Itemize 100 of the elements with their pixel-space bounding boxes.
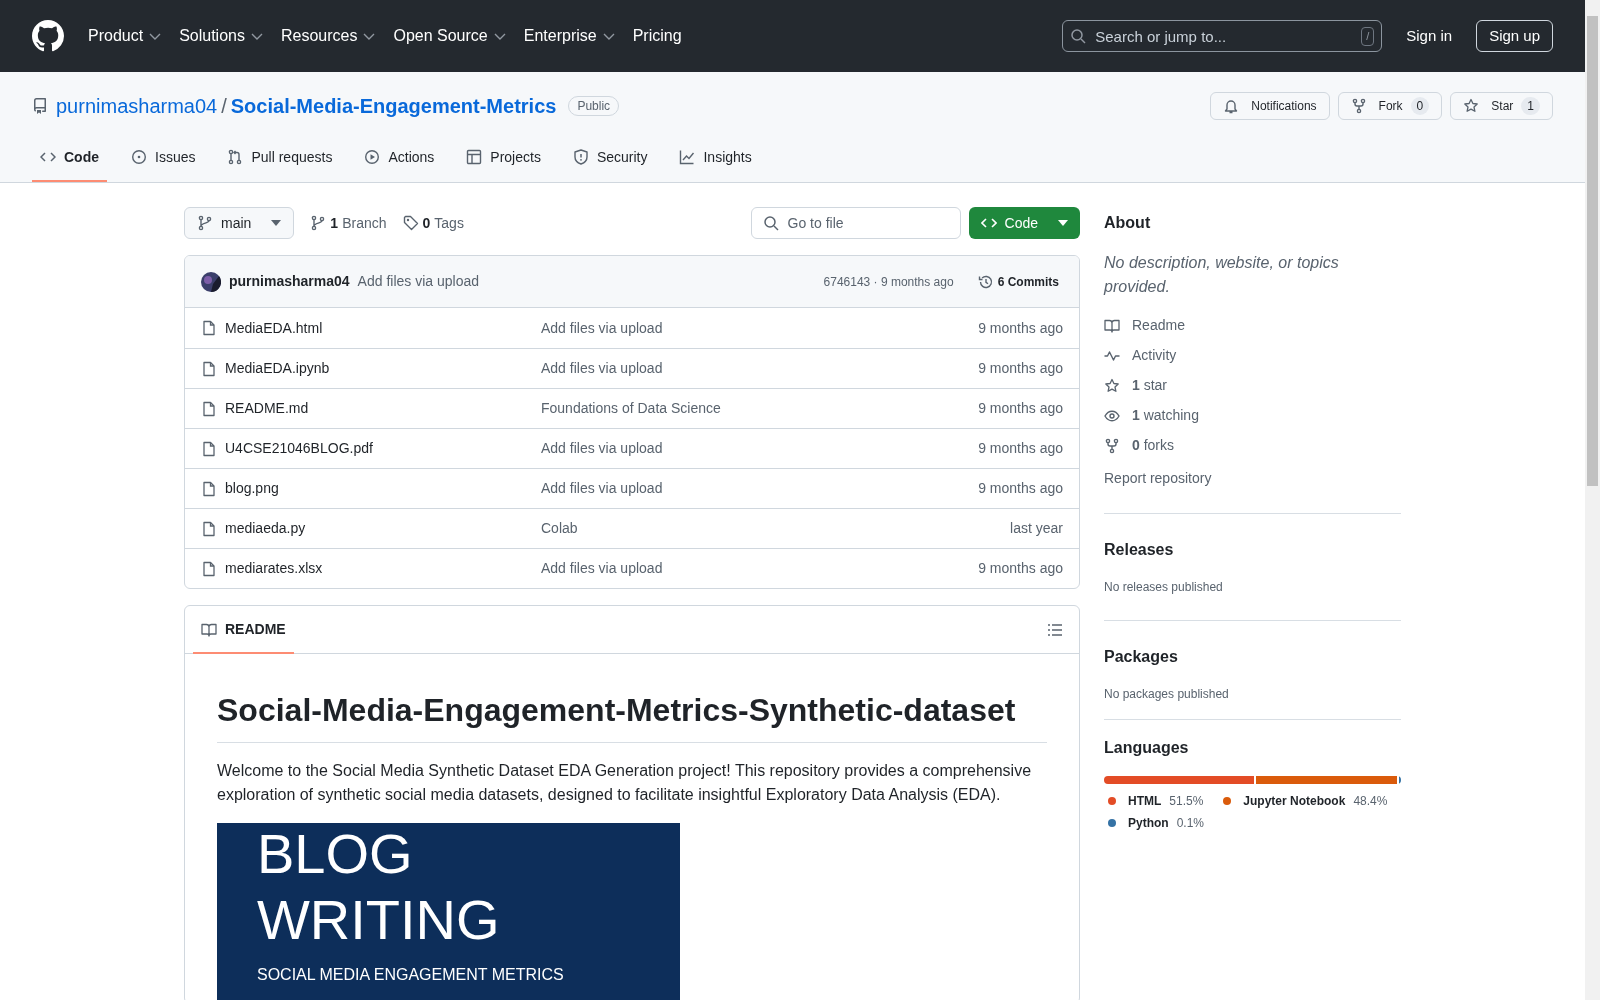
- go-to-file-field[interactable]: Go to file: [750, 207, 961, 239]
- graph-icon: [679, 149, 696, 165]
- star-button[interactable]: Star 1: [1450, 92, 1553, 120]
- commit-message-link[interactable]: Add files via upload: [541, 438, 663, 459]
- file-icon: [201, 360, 217, 377]
- readme-tab[interactable]: README: [193, 606, 294, 653]
- commit-message-link[interactable]: Add files via upload: [541, 558, 663, 579]
- branch-icon: [197, 215, 213, 231]
- section-heading: Packages: [1104, 647, 1179, 667]
- empty-state-text: No packages published: [1104, 686, 1230, 703]
- search-icon: [762, 215, 779, 231]
- nav-menu-item[interactable]: Pricing: [632, 24, 682, 48]
- commit-message-link[interactable]: Colab: [541, 518, 578, 539]
- commits-link[interactable]: 6 Commits: [973, 272, 1063, 291]
- repository-owner-link[interactable]: purnimasharma04: [56, 91, 218, 121]
- language-percent: 0.1%: [1176, 815, 1205, 832]
- counter: 0: [1410, 97, 1430, 115]
- repository-tab[interactable]: Security: [564, 132, 656, 182]
- repository-name-link[interactable]: Social-Media-Engagement-Metrics: [230, 91, 557, 121]
- commit-message-link[interactable]: Add files via upload: [541, 317, 663, 339]
- path-separator: /: [221, 94, 227, 119]
- file-icon: [201, 400, 217, 417]
- repository-tab[interactable]: Insights: [671, 132, 760, 182]
- tags-link[interactable]: 0 Tags: [402, 212, 464, 234]
- notifications-button[interactable]: Notifications: [1210, 92, 1330, 120]
- file-name-link[interactable]: README.md: [225, 398, 541, 419]
- language-name: Jupyter Notebook: [1243, 793, 1346, 810]
- caret-icon: [1058, 220, 1068, 226]
- banner-text: WRITING: [257, 889, 501, 951]
- counter: 1: [1521, 97, 1540, 115]
- repository-tab[interactable]: Actions: [356, 132, 443, 182]
- commit-hash-and-time[interactable]: 6746143 · 9 months ago: [823, 272, 954, 291]
- repository-icon: [32, 98, 48, 114]
- readme-paragraph: Welcome to the Social Media Synthetic Dataset EDA Generation project! This repository provides a comprehensive exploration of synthetic social media datasets, designed to facilitate insightful Exploratory Data Analysis (EDA).: [217, 761, 1033, 805]
- nav-menu-item[interactable]: Solutions: [179, 24, 265, 48]
- tag-icon: [402, 215, 419, 231]
- repository-description: No description, website, or topics provided.: [1104, 253, 1340, 297]
- sidebar-link[interactable]: Activity: [1104, 345, 1401, 366]
- table-icon: [466, 149, 483, 165]
- octocat-logo[interactable]: [32, 20, 64, 52]
- sidebar-link[interactable]: 1 watching: [1104, 405, 1401, 426]
- commit-time: 9 months ago: [978, 559, 1063, 578]
- section-heading: Releases: [1104, 540, 1175, 560]
- repository-tab[interactable]: Projects: [458, 132, 549, 182]
- shield-icon: [572, 149, 589, 165]
- sidebar-link[interactable]: 0 forks: [1104, 435, 1401, 456]
- play-icon: [364, 149, 381, 165]
- file-icon: [201, 440, 217, 457]
- sign-up-button[interactable]: Sign up: [1476, 20, 1553, 52]
- file-icon: [201, 320, 217, 336]
- language-percent: 48.4%: [1353, 793, 1388, 810]
- section-heading: Languages: [1104, 738, 1190, 758]
- scrollbar[interactable]: [1585, 0, 1600, 1000]
- commit-message-link[interactable]: Add files via upload: [541, 358, 663, 379]
- commit-author[interactable]: purnimasharma04: [229, 271, 350, 292]
- repository-tab[interactable]: Code: [32, 132, 107, 182]
- file-name-link[interactable]: U4CSE21046BLOG.pdf: [225, 438, 541, 459]
- commit-time: 9 months ago: [978, 359, 1063, 378]
- sidebar-link[interactable]: Readme: [1104, 315, 1401, 336]
- commit-time: 9 months ago: [978, 439, 1063, 458]
- branches-link[interactable]: 1 Branch: [310, 212, 387, 234]
- about-heading: About: [1104, 213, 1152, 233]
- commit-message[interactable]: Add files via upload: [357, 271, 480, 292]
- nav-menu-item[interactable]: Product: [88, 24, 164, 48]
- commit-time: 9 months ago: [978, 399, 1063, 418]
- history-icon: [977, 273, 994, 290]
- branch-selector[interactable]: main: [184, 207, 295, 239]
- file-name-link[interactable]: MediaEDA.html: [225, 317, 541, 339]
- file-icon: [201, 520, 217, 537]
- commit-message-link[interactable]: Foundations of Data Science: [541, 398, 721, 419]
- fork-button[interactable]: Fork 0: [1337, 92, 1443, 120]
- outline-icon[interactable]: [1047, 621, 1063, 638]
- empty-state-text: No releases published: [1104, 579, 1224, 596]
- star-icon: [1463, 98, 1480, 114]
- commit-time: last year: [1010, 519, 1063, 538]
- sign-in-link[interactable]: Sign in: [1406, 24, 1453, 48]
- nav-menu-item[interactable]: Resources: [280, 24, 378, 48]
- fork-icon: [1104, 437, 1120, 454]
- star-icon: [1104, 377, 1120, 394]
- sidebar-link[interactable]: 1 star: [1104, 375, 1401, 396]
- nav-menu-item[interactable]: Enterprise: [523, 24, 617, 48]
- file-name-link[interactable]: blog.png: [225, 478, 541, 499]
- issue-icon: [131, 149, 147, 165]
- commit-message-link[interactable]: Add files via upload: [541, 478, 663, 499]
- bell-icon: [1223, 98, 1240, 114]
- branch-icon: [310, 215, 327, 231]
- repository-tab[interactable]: Issues: [123, 132, 204, 182]
- language-name: Python: [1128, 815, 1169, 832]
- nav-menu-item[interactable]: Open Source: [393, 24, 508, 48]
- repository-tab[interactable]: Pull requests: [219, 132, 341, 182]
- file-icon: [201, 560, 217, 577]
- search-icon: [1070, 28, 1087, 44]
- commit-time: 9 months ago: [978, 479, 1063, 498]
- code-dropdown-button[interactable]: Code: [968, 207, 1080, 239]
- report-repository-link[interactable]: Report repository: [1104, 468, 1401, 489]
- language-name: HTML: [1128, 793, 1162, 810]
- file-name-link[interactable]: mediaeda.py: [225, 518, 541, 539]
- file-name-link[interactable]: mediarates.xlsx: [225, 558, 541, 579]
- book-icon: [201, 621, 217, 638]
- file-name-link[interactable]: MediaEDA.ipynb: [225, 358, 541, 379]
